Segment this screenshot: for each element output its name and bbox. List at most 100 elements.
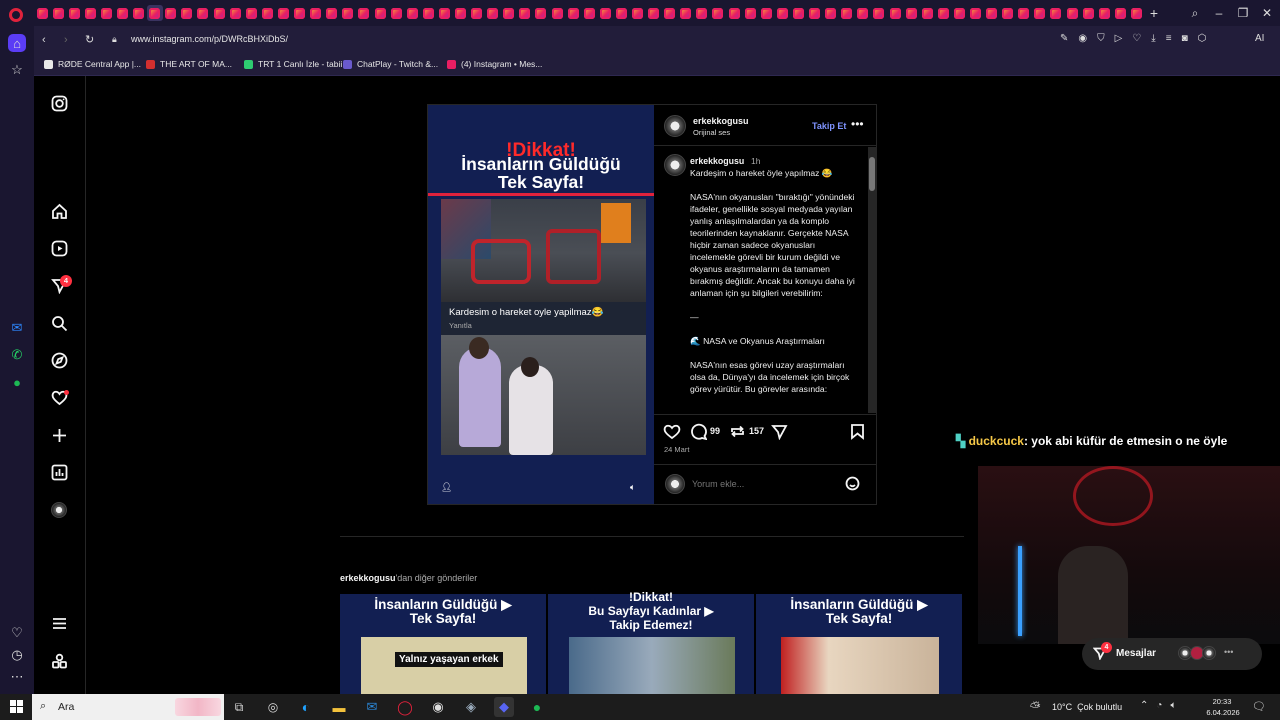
browser-tab[interactable] — [565, 5, 581, 21]
browser-tab[interactable] — [726, 5, 742, 21]
network-icon[interactable]: ◔ — [1156, 700, 1162, 711]
browser-tab[interactable] — [356, 5, 372, 21]
browser-tab[interactable] — [404, 5, 420, 21]
volume-icon[interactable]: 🔈︎ — [1170, 700, 1176, 711]
browser-tab[interactable] — [82, 5, 98, 21]
browser-tab[interactable] — [790, 5, 806, 21]
browser-tab[interactable] — [807, 5, 823, 21]
browser-tab[interactable] — [710, 5, 726, 21]
back-icon[interactable]: ‹ — [42, 34, 46, 46]
browser-tab[interactable] — [694, 5, 710, 21]
heart-icon[interactable]: ♡ — [8, 624, 26, 642]
close-icon[interactable]: ✕ — [1257, 4, 1277, 22]
search-tabs-icon[interactable]: ⌕ — [1185, 4, 1205, 22]
menu-icon[interactable]: ≡ — [1166, 33, 1172, 44]
browser-tab[interactable] — [469, 5, 485, 21]
edit-icon[interactable]: ✎ — [1060, 33, 1068, 44]
tray-chevron-icon[interactable]: ⌃ — [1140, 700, 1148, 711]
more-icon[interactable]: ⋯ — [8, 668, 26, 686]
profile-avatar[interactable] — [51, 502, 67, 518]
edge-icon[interactable]: ◐ — [296, 697, 316, 717]
browser-tab[interactable] — [195, 5, 211, 21]
browser-tab[interactable] — [871, 5, 887, 21]
comment-input[interactable] — [692, 477, 832, 491]
bookmark-item[interactable]: TRT 1 Canlı İzle - tabii — [244, 59, 342, 69]
forward-icon[interactable]: › — [64, 34, 68, 46]
more-icon[interactable]: ••• — [1224, 647, 1233, 657]
browser-tab[interactable] — [597, 5, 613, 21]
ai-button[interactable]: AI — [1255, 33, 1264, 44]
messenger-icon[interactable]: ✉ — [8, 319, 26, 337]
whatsapp-icon[interactable]: ✆ — [8, 346, 26, 364]
reload-icon[interactable]: ↻ — [85, 33, 94, 46]
steam-icon[interactable]: ◈ — [461, 697, 481, 717]
author-avatar[interactable] — [664, 115, 686, 137]
browser-tab[interactable] — [758, 5, 774, 21]
menu-icon[interactable] — [51, 615, 68, 632]
notifications-icon[interactable]: 🗨︎ — [1252, 700, 1266, 713]
browser-tab[interactable] — [275, 5, 291, 21]
windows-start-icon[interactable] — [10, 700, 23, 713]
browser-tab[interactable] — [324, 5, 340, 21]
browser-tab[interactable] — [1048, 5, 1064, 21]
app-icon[interactable]: ◎ — [263, 697, 283, 717]
new-tab-icon[interactable]: + — [1146, 5, 1162, 21]
save-icon[interactable] — [850, 423, 865, 440]
browser-tab[interactable] — [1096, 5, 1112, 21]
scrollbar-thumb[interactable] — [869, 157, 875, 191]
volume-icon[interactable]: 🔈︎ — [630, 482, 635, 493]
browser-tab[interactable] — [98, 5, 114, 21]
browser-tab[interactable] — [951, 5, 967, 21]
browser-tab[interactable] — [517, 5, 533, 21]
browser-tab[interactable] — [308, 5, 324, 21]
bookmark-item[interactable]: (4) Instagram • Mes... — [447, 59, 542, 69]
browser-tab[interactable] — [227, 5, 243, 21]
browser-tab[interactable] — [485, 5, 501, 21]
browser-tab[interactable] — [984, 5, 1000, 21]
profile-icon[interactable]: ◙ — [1182, 33, 1188, 44]
browser-tab[interactable] — [1016, 5, 1032, 21]
browser-tab[interactable] — [967, 5, 983, 21]
spotify-icon[interactable]: ● — [8, 373, 26, 391]
caption-author[interactable]: erkekkogusu — [690, 156, 744, 166]
star-icon[interactable]: ☆ — [8, 61, 26, 79]
browser-tab[interactable] — [211, 5, 227, 21]
maximize-icon[interactable]: ❐ — [1233, 4, 1253, 22]
bookmark-item[interactable]: ChatPlay - Twitch &... — [343, 59, 438, 69]
browser-tab[interactable] — [629, 5, 645, 21]
follow-button[interactable]: Takip Et — [812, 121, 846, 131]
browser-tab[interactable] — [146, 5, 163, 21]
tagged-user-icon[interactable]: 👤︎ — [441, 482, 452, 493]
browser-tab[interactable] — [549, 5, 565, 21]
spotify-icon[interactable]: ● — [527, 697, 547, 717]
history-icon[interactable]: ◷ — [8, 646, 26, 664]
browser-tab[interactable] — [1032, 5, 1048, 21]
share-icon[interactable] — [771, 423, 788, 440]
file-explorer-icon[interactable]: ▬ — [329, 697, 349, 717]
browser-tab[interactable] — [1112, 5, 1128, 21]
download-icon[interactable]: ⤓ — [1151, 33, 1155, 44]
browser-tab[interactable] — [613, 5, 629, 21]
browser-tab[interactable] — [823, 5, 839, 21]
home-icon[interactable]: ⌂ — [8, 34, 26, 52]
browser-tab[interactable] — [388, 5, 404, 21]
browser-tab[interactable] — [114, 5, 130, 21]
browser-tab[interactable] — [1128, 5, 1144, 21]
browser-tab[interactable] — [163, 5, 179, 21]
instagram-logo-icon[interactable] — [51, 95, 68, 112]
browser-tab[interactable] — [919, 5, 935, 21]
browser-tab[interactable] — [243, 5, 259, 21]
repost-icon[interactable] — [729, 423, 746, 440]
minimize-icon[interactable]: – — [1209, 4, 1229, 22]
mail-icon[interactable]: ✉ — [362, 697, 382, 717]
browser-tab[interactable] — [179, 5, 195, 21]
audio-label[interactable]: Orijinal ses — [693, 128, 730, 137]
opera-icon[interactable]: ◯ — [395, 697, 415, 717]
bookmark-item[interactable]: RØDE Central App |... — [44, 59, 141, 69]
browser-tab[interactable] — [839, 5, 855, 21]
browser-tab[interactable] — [50, 5, 66, 21]
extensions-icon[interactable]: ⬡ — [1198, 33, 1207, 44]
create-icon[interactable] — [51, 427, 68, 444]
post-thumbnail[interactable]: İnsanların Güldüğü ▶︎ Tek Sayfa! Yalnız y… — [340, 594, 546, 694]
browser-tab[interactable] — [855, 5, 871, 21]
